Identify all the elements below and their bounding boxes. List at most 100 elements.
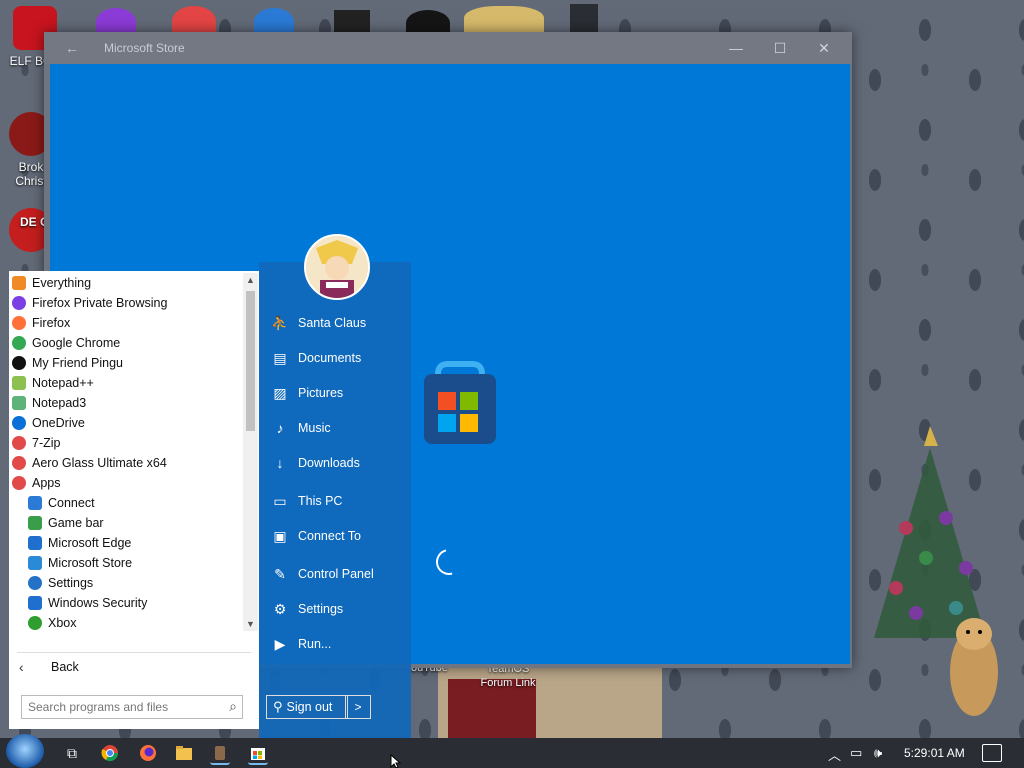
- program-item[interactable]: Everything: [9, 273, 243, 293]
- search-placeholder: Search programs and files: [28, 700, 169, 714]
- desktop-icon-top-7[interactable]: [570, 4, 598, 34]
- close-button[interactable]: ✕: [804, 36, 844, 60]
- program-item[interactable]: Windows Security: [9, 593, 243, 613]
- chevron-left-icon: ‹: [19, 659, 24, 675]
- connect-icon: [28, 496, 42, 510]
- program-label: Firefox Private Browsing: [32, 296, 168, 310]
- action-center-icon[interactable]: [982, 744, 1002, 762]
- scroll-up-arrow-icon[interactable]: ▲: [243, 273, 258, 287]
- gear-icon: [28, 576, 42, 590]
- scrollbar-thumb[interactable]: [246, 291, 255, 431]
- firefox-icon: [12, 316, 26, 330]
- back-button[interactable]: ‹ Back: [19, 659, 79, 675]
- desktop-icon-top-4[interactable]: [334, 10, 370, 34]
- scroll-down-arrow-icon[interactable]: ▼: [243, 617, 258, 631]
- program-item[interactable]: Xbox: [9, 613, 243, 633]
- app-icon[interactable]: [210, 743, 230, 765]
- program-label: Aero Glass Ultimate x64: [32, 456, 167, 470]
- program-item[interactable]: Firefox Private Browsing: [9, 293, 243, 313]
- taskbar-clock[interactable]: 5:29:01 AM: [904, 746, 965, 760]
- mouse-cursor-icon: [390, 754, 402, 768]
- places-item-label: Downloads: [298, 456, 360, 470]
- gamebar-icon: [28, 516, 42, 530]
- store-icon[interactable]: [248, 743, 268, 765]
- user-avatar[interactable]: [304, 234, 370, 300]
- program-item[interactable]: OneDrive: [9, 413, 243, 433]
- power-options-arrow-button[interactable]: >: [345, 695, 371, 719]
- search-icon: ⌕: [229, 698, 237, 714]
- places-item-label: Connect To: [298, 529, 362, 543]
- computer-icon: ▭: [273, 493, 287, 509]
- chevron-up-icon[interactable]: ︿: [828, 745, 841, 764]
- places-item-documents[interactable]: ▤ Documents: [259, 343, 411, 373]
- program-item[interactable]: Apps: [9, 473, 243, 493]
- places-item-pictures[interactable]: ▨ Pictures: [259, 378, 411, 408]
- program-list: Everything Firefox Private Browsing Firefo…: [9, 273, 243, 633]
- places-item-label: Documents: [298, 351, 362, 365]
- places-item-downloads[interactable]: ↓ Downloads: [259, 448, 411, 478]
- start-button[interactable]: [6, 734, 44, 768]
- program-item[interactable]: Notepad3: [9, 393, 243, 413]
- divider: [17, 652, 251, 653]
- places-item-this-pc[interactable]: ▭ This PC: [259, 486, 411, 516]
- pingu-icon: [12, 356, 26, 370]
- places-item-connect-to[interactable]: ▣ Connect To: [259, 521, 411, 551]
- connect-monitor-icon: ▣: [273, 528, 287, 544]
- notepad3-icon: [12, 396, 26, 410]
- sign-out-button[interactable]: ⚲ Sign out: [266, 695, 348, 719]
- gear-icon: ⚙: [273, 601, 287, 617]
- volume-icon[interactable]: 🕪: [874, 745, 882, 761]
- search-input[interactable]: Search programs and files ⌕: [21, 695, 243, 719]
- window-title: Microsoft Store: [104, 41, 185, 55]
- program-label: My Friend Pingu: [32, 356, 124, 370]
- back-arrow-icon[interactable]: ←: [58, 38, 86, 58]
- program-list-scrollbar[interactable]: ▲ ▼: [243, 273, 258, 631]
- program-label: Settings: [48, 576, 94, 590]
- places-item-santa-claus[interactable]: ⛹ Santa Claus: [259, 308, 411, 338]
- program-item[interactable]: Microsoft Edge: [9, 533, 243, 553]
- xbox-icon: [28, 616, 42, 630]
- file-explorer-icon[interactable]: [174, 743, 194, 763]
- edge-icon: [28, 536, 42, 550]
- places-item-run[interactable]: ▶ Run...: [259, 629, 411, 659]
- maximize-button[interactable]: ☐: [760, 36, 800, 60]
- chrome-icon[interactable]: [100, 743, 120, 763]
- program-item[interactable]: Settings: [9, 573, 243, 593]
- program-item[interactable]: Google Chrome: [9, 333, 243, 353]
- store-titlebar[interactable]: ← Microsoft Store — ☐ ✕: [44, 32, 852, 64]
- places-item-label: Control Panel: [298, 567, 374, 581]
- minimize-button[interactable]: —: [716, 36, 756, 60]
- program-label: Game bar: [48, 516, 104, 530]
- program-label: OneDrive: [32, 416, 85, 430]
- start-menu-programs-panel: Everything Firefox Private Browsing Firefo…: [9, 271, 259, 729]
- network-icon[interactable]: ▭: [850, 745, 862, 761]
- picture-icon: ▨: [273, 385, 287, 401]
- sign-out-icon: ⚲: [273, 699, 283, 714]
- folder-clock-icon: [12, 456, 26, 470]
- program-label: 7-Zip: [32, 436, 61, 450]
- places-item-control-panel[interactable]: ✎ Control Panel: [259, 559, 411, 589]
- program-item[interactable]: Game bar: [9, 513, 243, 533]
- places-item-settings[interactable]: ⚙ Settings: [259, 594, 411, 624]
- music-note-icon: ♪: [276, 420, 284, 436]
- notepadpp-icon: [12, 376, 26, 390]
- taskbar: ⧉ ︿ ▭ 🕪 5:29:01 AM: [0, 734, 1024, 768]
- program-item[interactable]: Notepad++: [9, 373, 243, 393]
- program-item[interactable]: Aero Glass Ultimate x64: [9, 453, 243, 473]
- back-label: Back: [51, 660, 79, 674]
- program-label: Apps: [32, 476, 61, 490]
- program-item[interactable]: My Friend Pingu: [9, 353, 243, 373]
- folder-clock-icon: [12, 476, 26, 490]
- program-item[interactable]: Microsoft Store: [9, 553, 243, 573]
- program-item[interactable]: 7-Zip: [9, 433, 243, 453]
- program-label: Everything: [32, 276, 92, 290]
- loading-spinner: [431, 544, 467, 580]
- places-item-label: Settings: [298, 602, 344, 616]
- hamster-decoration: [950, 618, 998, 716]
- places-item-music[interactable]: ♪ Music: [259, 413, 411, 443]
- task-view-icon[interactable]: ⧉: [62, 743, 82, 763]
- firefox-icon[interactable]: [138, 743, 158, 763]
- program-item[interactable]: Connect: [9, 493, 243, 513]
- start-menu-places-panel: ⛹ Santa Claus ▤ Documents ▨ Pictures ♪ Music ↓ Do…: [259, 234, 411, 738]
- program-item[interactable]: Firefox: [9, 313, 243, 333]
